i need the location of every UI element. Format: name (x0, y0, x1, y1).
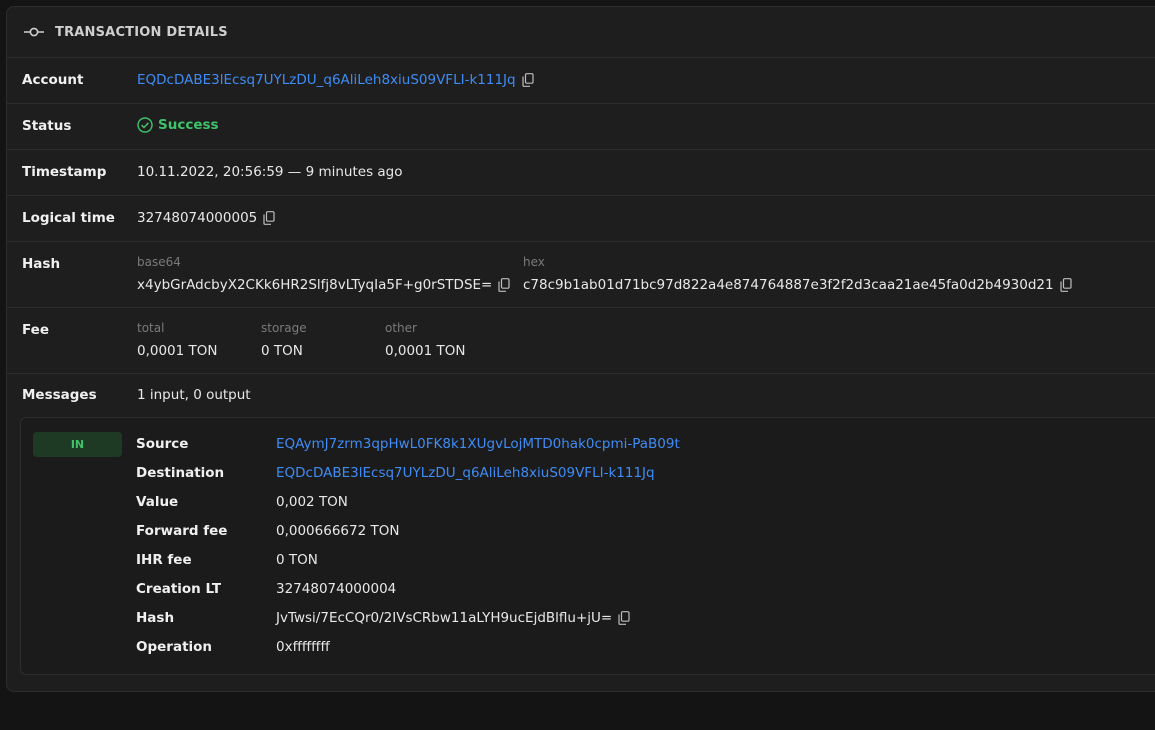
copy-icon[interactable] (521, 73, 534, 87)
fee-label: Fee (22, 322, 49, 338)
message-source-row: Source EQAymJ7zrm3qpHwL0FK8k1XUgvLojMTD0… (136, 434, 680, 454)
message-value-label: Value (136, 494, 179, 510)
message-destination-row: Destination EQDcDABE3lEcsq7UYLzDU_q6AliL… (136, 463, 655, 483)
message-creation-lt: 32748074000004 (276, 581, 397, 597)
fee-storage-label: storage (261, 321, 307, 335)
hash-label: Hash (22, 256, 61, 272)
page-title: TRANSACTION DETAILS (55, 24, 228, 40)
message-forward-fee-label: Forward fee (136, 523, 228, 539)
message-source-link[interactable]: EQAymJ7zrm3qpHwL0FK8k1XUgvLojMTD0hak0cpm… (276, 436, 680, 452)
message-operation-label: Operation (136, 639, 213, 655)
message-operation-row: Operation 0xffffffff (136, 637, 330, 657)
fee-storage-value: 0 TON (261, 343, 303, 359)
fee-other-label: other (385, 321, 417, 335)
status-label: Status (22, 118, 72, 134)
status-text: Success (158, 117, 219, 133)
hash-hex-value: c78c9b1ab01d71bc97d822a4e874764887e3f2f2… (523, 277, 1054, 293)
account-link[interactable]: EQDcDABE3lEcsq7UYLzDU_q6AliLeh8xiuS09VFL… (137, 72, 516, 88)
copy-icon[interactable] (618, 611, 630, 625)
message-operation: 0xffffffff (276, 639, 330, 655)
hash-row: Hash base64 x4ybGrAdcbyX2CKk6HR2Slfj8vLT… (7, 242, 1155, 308)
account-row: Account EQDcDABE3lEcsq7UYLzDU_q6AliLeh8x… (7, 58, 1155, 104)
copy-icon[interactable] (263, 211, 275, 225)
copy-icon[interactable] (1060, 278, 1072, 292)
message-ihr-fee-label: IHR fee (136, 552, 192, 568)
timestamp-value: 10.11.2022, 20:56:59 — 9 minutes ago (137, 164, 403, 180)
account-label: Account (22, 72, 84, 88)
transaction-details-panel: TRANSACTION DETAILS Account EQDcDABE3lEc… (6, 6, 1155, 692)
message-forward-fee: 0,000666672 TON (276, 523, 400, 539)
messages-summary: 1 input, 0 output (137, 387, 251, 403)
hash-hex-label: hex (523, 255, 545, 269)
fee-total-value: 0,0001 TON (137, 343, 218, 359)
copy-icon[interactable] (498, 278, 510, 292)
hash-base64-value: x4ybGrAdcbyX2CKk6HR2Slfj8vLTyqIa5F+g0rST… (137, 277, 493, 293)
timestamp-row: Timestamp 10.11.2022, 20:56:59 — 9 minut… (7, 150, 1155, 196)
commit-icon (24, 27, 44, 37)
message-ihr-fee: 0 TON (276, 552, 318, 568)
message-hash-row: Hash JvTwsi/7EcCQr0/2IVsCRbw11aLYH9ucEjd… (136, 608, 630, 628)
fee-row: Fee total 0,0001 TON storage 0 TON other… (7, 308, 1155, 374)
direction-badge: IN (33, 432, 122, 457)
message-ihr-fee-row: IHR fee 0 TON (136, 550, 318, 570)
hash-base64-label: base64 (137, 255, 181, 269)
status-badge: Success (137, 117, 219, 133)
message-creation-lt-label: Creation LT (136, 581, 222, 597)
logical-time-label: Logical time (22, 210, 115, 226)
message-hash-label: Hash (136, 610, 175, 626)
check-circle-icon (137, 117, 153, 133)
message-value: 0,002 TON (276, 494, 348, 510)
message-destination-link[interactable]: EQDcDABE3lEcsq7UYLzDU_q6AliLeh8xiuS09VFL… (276, 465, 655, 481)
message-forward-fee-row: Forward fee 0,000666672 TON (136, 521, 399, 541)
logical-time-value: 32748074000005 (137, 210, 258, 226)
status-row: Status Success (7, 104, 1155, 150)
message-card: IN Source EQAymJ7zrm3qpHwL0FK8k1XUgvLojM… (20, 417, 1155, 675)
message-value-row: Value 0,002 TON (136, 492, 348, 512)
message-destination-label: Destination (136, 465, 225, 481)
timestamp-label: Timestamp (22, 164, 107, 180)
messages-label: Messages (22, 387, 97, 403)
panel-header: TRANSACTION DETAILS (7, 7, 1155, 58)
logical-time-row: Logical time 32748074000005 (7, 196, 1155, 242)
fee-other-value: 0,0001 TON (385, 343, 466, 359)
message-creation-lt-row: Creation LT 32748074000004 (136, 579, 396, 599)
message-hash-value: JvTwsi/7EcCQr0/2IVsCRbw11aLYH9ucEjdBlflu… (276, 610, 613, 626)
fee-total-label: total (137, 321, 165, 335)
message-source-label: Source (136, 436, 189, 452)
